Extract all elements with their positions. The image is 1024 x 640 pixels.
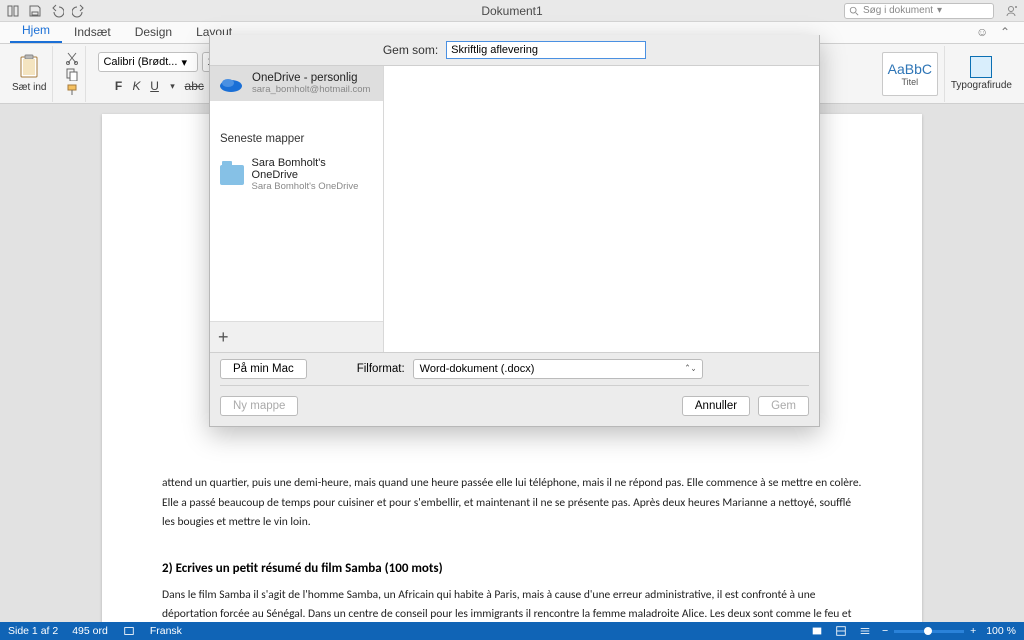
style-title[interactable]: AaBbC Titel [882, 52, 938, 96]
word-count[interactable]: 495 ord [72, 625, 108, 637]
collapse-ribbon-icon[interactable]: ⌃ [1000, 25, 1014, 39]
cut-copy-group [59, 46, 86, 102]
dialog-sidebar: OneDrive - personlig sara_bomholt@hotmai… [210, 66, 384, 352]
zoom-in-button[interactable]: + [970, 625, 976, 637]
onedrive-icon [218, 74, 244, 94]
redo-icon[interactable] [72, 4, 86, 18]
status-bar: Side 1 af 2 495 ord Fransk − + 100 % [0, 622, 1024, 640]
cut-icon[interactable] [65, 51, 79, 65]
tab-stops-icon[interactable] [6, 4, 20, 18]
zoom-level[interactable]: 100 % [986, 625, 1016, 637]
save-as-label: Gem som: [383, 43, 438, 57]
tab-insert[interactable]: Indsæt [62, 21, 123, 43]
smiley-icon[interactable]: ☺ [976, 25, 990, 39]
bold-button[interactable]: F [113, 79, 125, 93]
undo-icon[interactable] [50, 4, 64, 18]
folder-icon [220, 165, 244, 185]
folder-item[interactable]: Sara Bomholt's OneDrive Sara Bomholt's O… [210, 153, 383, 196]
heading: 2) Ecrives un petit résumé du film Samba… [162, 561, 862, 576]
recent-folders-header: Seneste mapper [210, 101, 383, 153]
new-folder-button[interactable]: Ny mappe [220, 396, 298, 416]
styles-pane-button[interactable]: Typografirude [951, 56, 1012, 91]
copy-icon[interactable] [65, 67, 79, 81]
paragraph: attend un quartier, puis une demi-heure,… [162, 474, 862, 533]
paragraph: Dans le film Samba il s'agit de l'homme … [162, 586, 862, 622]
search-box[interactable]: Søg i dokument ▾ [844, 3, 994, 19]
cancel-button[interactable]: Annuller [682, 396, 750, 416]
title-bar: Dokument1 Søg i dokument ▾ [0, 0, 1024, 22]
strikethrough-button[interactable]: abc [185, 79, 204, 93]
search-icon [849, 6, 859, 16]
page-indicator[interactable]: Side 1 af 2 [8, 625, 58, 637]
format-painter-icon[interactable] [65, 83, 79, 97]
fileformat-label: Filformat: [357, 363, 405, 375]
onedrive-location[interactable]: OneDrive - personlig sara_bomholt@hotmai… [210, 66, 383, 101]
styles-pane-icon [970, 56, 992, 78]
print-layout-icon[interactable] [834, 624, 848, 638]
styles-group: AaBbC Titel [882, 52, 938, 96]
add-place-button[interactable]: + [210, 321, 383, 352]
clipboard-group: Sæt ind [6, 46, 53, 102]
tab-design[interactable]: Design [123, 21, 184, 43]
save-button[interactable]: Gem [758, 396, 809, 416]
spellcheck-icon[interactable] [122, 624, 136, 638]
font-name-select[interactable]: Calibri (Brødt...▾ [98, 52, 198, 72]
save-icon[interactable] [28, 4, 42, 18]
dialog-file-list [384, 66, 819, 352]
fileformat-select[interactable]: Word-dokument (.docx) [413, 359, 703, 379]
italic-button[interactable]: K [131, 79, 143, 93]
save-dialog: Gem som: OneDrive - personlig sara_bomho… [209, 35, 820, 427]
zoom-track[interactable] [894, 630, 964, 633]
zoom-slider[interactable]: − + [882, 625, 976, 637]
filename-input[interactable] [446, 41, 646, 59]
web-layout-icon[interactable] [858, 624, 872, 638]
language-indicator[interactable]: Fransk [150, 625, 182, 637]
clipboard-icon [18, 54, 40, 80]
underline-button[interactable]: U [149, 79, 161, 93]
share-icon[interactable] [1004, 4, 1018, 18]
styles-pane-group: Typografirude [944, 46, 1018, 102]
on-my-mac-button[interactable]: På min Mac [220, 359, 307, 379]
paste-button[interactable]: Sæt ind [12, 54, 46, 93]
focus-mode-icon[interactable] [810, 624, 824, 638]
zoom-out-button[interactable]: − [882, 625, 888, 637]
tab-home[interactable]: Hjem [10, 19, 62, 43]
